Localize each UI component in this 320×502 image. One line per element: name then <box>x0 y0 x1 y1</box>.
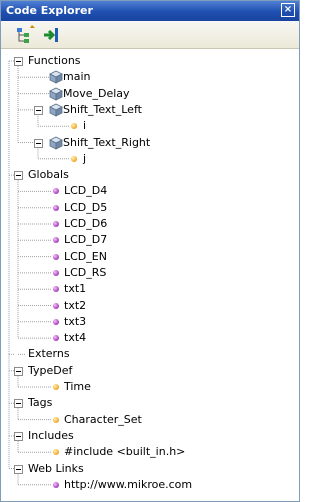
function-icon <box>49 87 63 101</box>
jump-to-icon <box>44 28 58 42</box>
tree-node-includes[interactable]: Includes <box>28 428 74 444</box>
tree-view-icon <box>17 25 35 43</box>
window-title: Code Explorer <box>6 4 93 17</box>
close-button[interactable]: × <box>281 3 295 17</box>
variable-icon <box>53 481 59 488</box>
variable-icon <box>53 302 59 309</box>
variable-icon <box>53 204 59 211</box>
variable-icon <box>53 318 59 325</box>
tree-node-tags[interactable]: Tags <box>28 395 52 411</box>
jump-to-button[interactable] <box>41 25 63 45</box>
tree-node-weblinks[interactable]: Web Links <box>28 461 84 477</box>
function-icon <box>49 103 63 117</box>
tree-node-function[interactable]: main <box>63 69 90 85</box>
toggle-typedef[interactable] <box>14 366 23 376</box>
tree-node-global[interactable]: txt3 <box>64 314 86 330</box>
tree-node-global[interactable]: LCD_RS <box>64 265 106 281</box>
code-explorer-window: Code Explorer × Functions main Move_Delay S… <box>0 0 300 502</box>
tree-node-function[interactable]: Shift_Text_Right <box>63 135 150 151</box>
tree-node-functions[interactable]: Functions <box>28 53 81 69</box>
item-icon <box>71 155 77 162</box>
tree-node-global[interactable]: txt4 <box>64 330 86 346</box>
toggle-globals[interactable] <box>14 171 23 181</box>
tree-node-global[interactable]: LCD_D4 <box>64 183 107 199</box>
tree-node-global[interactable]: LCD_D5 <box>64 200 107 216</box>
tree-node-global[interactable]: txt2 <box>64 298 86 314</box>
variable-icon <box>53 269 59 276</box>
toggle-tags[interactable] <box>14 399 23 409</box>
tree-node-includes-item[interactable]: #include <built_in.h> <box>64 444 185 460</box>
function-icon <box>49 70 63 84</box>
tree-node-parameter[interactable]: j <box>83 151 86 167</box>
function-icon <box>49 136 63 150</box>
title-bar[interactable]: Code Explorer × <box>1 1 299 21</box>
tree-node-weblinks-item[interactable]: http://www.mikroe.com <box>64 477 192 493</box>
item-icon <box>53 416 59 423</box>
tree-node-global[interactable]: LCD_EN <box>64 249 107 265</box>
tree-node-parameter[interactable]: i <box>83 118 86 134</box>
tree-node-typedef-item[interactable]: Time <box>64 379 91 395</box>
tree-node-function[interactable]: Shift_Text_Left <box>63 102 142 118</box>
toggle-function-3[interactable] <box>34 138 43 148</box>
toggle-functions[interactable] <box>14 57 23 66</box>
toggle-function-2[interactable] <box>34 105 43 115</box>
toolbar <box>1 21 299 49</box>
item-icon <box>53 384 59 390</box>
code-tree[interactable]: Functions main Move_Delay Shift_Text_Left i S… <box>1 49 299 501</box>
tree-node-tags-item[interactable]: Character_Set <box>64 412 142 428</box>
tree-node-global[interactable]: txt1 <box>64 281 86 297</box>
toggle-includes[interactable] <box>14 431 23 441</box>
tree-node-globals[interactable]: Globals <box>28 167 69 183</box>
tree-node-externs[interactable]: Externs <box>28 346 70 362</box>
tree-node-global[interactable]: LCD_D7 <box>64 232 107 248</box>
tree-node-global[interactable]: LCD_D6 <box>64 216 107 232</box>
tree-node-typedef[interactable]: TypeDef <box>28 363 72 379</box>
variable-icon <box>53 253 59 260</box>
tree-node-function[interactable]: Move_Delay <box>63 86 130 102</box>
variable-icon <box>53 221 59 227</box>
toggle-weblinks[interactable] <box>14 464 23 474</box>
tree-view-button[interactable] <box>15 25 37 45</box>
